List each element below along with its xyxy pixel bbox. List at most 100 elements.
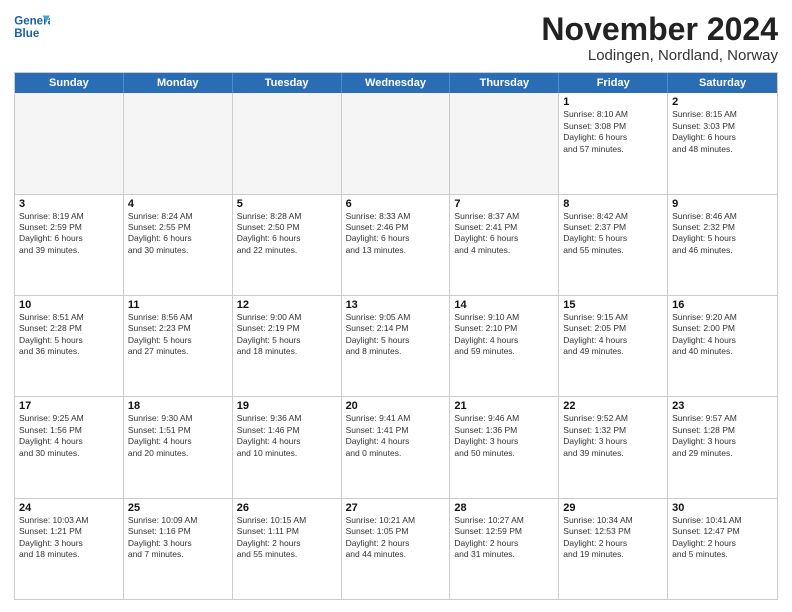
day-info: Sunrise: 9:25 AM Sunset: 1:56 PM Dayligh…	[19, 413, 119, 459]
calendar: SundayMondayTuesdayWednesdayThursdayFrid…	[14, 72, 778, 600]
header-day-saturday: Saturday	[668, 73, 777, 93]
empty-cell-0-2	[233, 93, 342, 193]
calendar-row-3: 17Sunrise: 9:25 AM Sunset: 1:56 PM Dayli…	[15, 396, 777, 497]
day-cell-23: 23Sunrise: 9:57 AM Sunset: 1:28 PM Dayli…	[668, 397, 777, 497]
day-cell-5: 5Sunrise: 8:28 AM Sunset: 2:50 PM Daylig…	[233, 195, 342, 295]
day-cell-1: 1Sunrise: 8:10 AM Sunset: 3:08 PM Daylig…	[559, 93, 668, 193]
day-cell-20: 20Sunrise: 9:41 AM Sunset: 1:41 PM Dayli…	[342, 397, 451, 497]
calendar-row-0: 1Sunrise: 8:10 AM Sunset: 3:08 PM Daylig…	[15, 93, 777, 193]
day-number: 6	[346, 198, 446, 210]
day-number: 23	[672, 400, 773, 412]
day-info: Sunrise: 9:00 AM Sunset: 2:19 PM Dayligh…	[237, 312, 337, 358]
day-info: Sunrise: 8:15 AM Sunset: 3:03 PM Dayligh…	[672, 109, 773, 155]
day-number: 25	[128, 502, 228, 514]
day-number: 17	[19, 400, 119, 412]
day-cell-25: 25Sunrise: 10:09 AM Sunset: 1:16 PM Dayl…	[124, 499, 233, 599]
day-cell-9: 9Sunrise: 8:46 AM Sunset: 2:32 PM Daylig…	[668, 195, 777, 295]
day-cell-11: 11Sunrise: 8:56 AM Sunset: 2:23 PM Dayli…	[124, 296, 233, 396]
day-number: 8	[563, 198, 663, 210]
day-number: 12	[237, 299, 337, 311]
day-number: 26	[237, 502, 337, 514]
day-cell-18: 18Sunrise: 9:30 AM Sunset: 1:51 PM Dayli…	[124, 397, 233, 497]
day-number: 21	[454, 400, 554, 412]
day-number: 15	[563, 299, 663, 311]
day-number: 3	[19, 198, 119, 210]
day-cell-2: 2Sunrise: 8:15 AM Sunset: 3:03 PM Daylig…	[668, 93, 777, 193]
day-cell-4: 4Sunrise: 8:24 AM Sunset: 2:55 PM Daylig…	[124, 195, 233, 295]
empty-cell-0-0	[15, 93, 124, 193]
day-number: 2	[672, 96, 773, 108]
header-day-thursday: Thursday	[450, 73, 559, 93]
day-info: Sunrise: 8:56 AM Sunset: 2:23 PM Dayligh…	[128, 312, 228, 358]
calendar-body: 1Sunrise: 8:10 AM Sunset: 3:08 PM Daylig…	[15, 93, 777, 599]
day-cell-16: 16Sunrise: 9:20 AM Sunset: 2:00 PM Dayli…	[668, 296, 777, 396]
title-block: November 2024 Lodingen, Nordland, Norway	[541, 12, 778, 64]
day-cell-27: 27Sunrise: 10:21 AM Sunset: 1:05 PM Dayl…	[342, 499, 451, 599]
calendar-row-2: 10Sunrise: 8:51 AM Sunset: 2:28 PM Dayli…	[15, 295, 777, 396]
day-number: 14	[454, 299, 554, 311]
calendar-header: SundayMondayTuesdayWednesdayThursdayFrid…	[15, 73, 777, 93]
day-info: Sunrise: 8:28 AM Sunset: 2:50 PM Dayligh…	[237, 211, 337, 257]
day-cell-22: 22Sunrise: 9:52 AM Sunset: 1:32 PM Dayli…	[559, 397, 668, 497]
day-number: 24	[19, 502, 119, 514]
day-number: 30	[672, 502, 773, 514]
day-info: Sunrise: 10:27 AM Sunset: 12:59 PM Dayli…	[454, 515, 554, 561]
header-day-monday: Monday	[124, 73, 233, 93]
page: General Blue November 2024 Lodingen, Nor…	[0, 0, 792, 612]
day-info: Sunrise: 9:10 AM Sunset: 2:10 PM Dayligh…	[454, 312, 554, 358]
day-info: Sunrise: 9:36 AM Sunset: 1:46 PM Dayligh…	[237, 413, 337, 459]
day-cell-8: 8Sunrise: 8:42 AM Sunset: 2:37 PM Daylig…	[559, 195, 668, 295]
day-number: 10	[19, 299, 119, 311]
day-cell-6: 6Sunrise: 8:33 AM Sunset: 2:46 PM Daylig…	[342, 195, 451, 295]
header-day-sunday: Sunday	[15, 73, 124, 93]
day-number: 29	[563, 502, 663, 514]
day-info: Sunrise: 10:34 AM Sunset: 12:53 PM Dayli…	[563, 515, 663, 561]
day-number: 9	[672, 198, 773, 210]
empty-cell-0-4	[450, 93, 559, 193]
day-info: Sunrise: 9:20 AM Sunset: 2:00 PM Dayligh…	[672, 312, 773, 358]
day-info: Sunrise: 8:10 AM Sunset: 3:08 PM Dayligh…	[563, 109, 663, 155]
day-number: 5	[237, 198, 337, 210]
day-cell-30: 30Sunrise: 10:41 AM Sunset: 12:47 PM Day…	[668, 499, 777, 599]
header-day-tuesday: Tuesday	[233, 73, 342, 93]
day-cell-17: 17Sunrise: 9:25 AM Sunset: 1:56 PM Dayli…	[15, 397, 124, 497]
logo: General Blue	[14, 12, 50, 44]
day-info: Sunrise: 10:09 AM Sunset: 1:16 PM Daylig…	[128, 515, 228, 561]
day-info: Sunrise: 8:37 AM Sunset: 2:41 PM Dayligh…	[454, 211, 554, 257]
day-info: Sunrise: 9:46 AM Sunset: 1:36 PM Dayligh…	[454, 413, 554, 459]
day-number: 20	[346, 400, 446, 412]
day-info: Sunrise: 9:57 AM Sunset: 1:28 PM Dayligh…	[672, 413, 773, 459]
month-title: November 2024	[541, 12, 778, 47]
location: Lodingen, Nordland, Norway	[541, 47, 778, 64]
header-day-wednesday: Wednesday	[342, 73, 451, 93]
day-number: 28	[454, 502, 554, 514]
day-info: Sunrise: 10:15 AM Sunset: 1:11 PM Daylig…	[237, 515, 337, 561]
day-cell-24: 24Sunrise: 10:03 AM Sunset: 1:21 PM Dayl…	[15, 499, 124, 599]
day-number: 19	[237, 400, 337, 412]
day-cell-19: 19Sunrise: 9:36 AM Sunset: 1:46 PM Dayli…	[233, 397, 342, 497]
day-cell-28: 28Sunrise: 10:27 AM Sunset: 12:59 PM Day…	[450, 499, 559, 599]
header-day-friday: Friday	[559, 73, 668, 93]
day-info: Sunrise: 9:05 AM Sunset: 2:14 PM Dayligh…	[346, 312, 446, 358]
day-info: Sunrise: 9:52 AM Sunset: 1:32 PM Dayligh…	[563, 413, 663, 459]
svg-text:Blue: Blue	[14, 28, 40, 40]
day-number: 16	[672, 299, 773, 311]
day-info: Sunrise: 10:41 AM Sunset: 12:47 PM Dayli…	[672, 515, 773, 561]
logo-icon: General Blue	[14, 12, 50, 44]
day-info: Sunrise: 8:46 AM Sunset: 2:32 PM Dayligh…	[672, 211, 773, 257]
day-cell-15: 15Sunrise: 9:15 AM Sunset: 2:05 PM Dayli…	[559, 296, 668, 396]
day-number: 4	[128, 198, 228, 210]
day-cell-26: 26Sunrise: 10:15 AM Sunset: 1:11 PM Dayl…	[233, 499, 342, 599]
day-info: Sunrise: 9:30 AM Sunset: 1:51 PM Dayligh…	[128, 413, 228, 459]
calendar-row-1: 3Sunrise: 8:19 AM Sunset: 2:59 PM Daylig…	[15, 194, 777, 295]
day-number: 1	[563, 96, 663, 108]
day-cell-3: 3Sunrise: 8:19 AM Sunset: 2:59 PM Daylig…	[15, 195, 124, 295]
day-info: Sunrise: 8:51 AM Sunset: 2:28 PM Dayligh…	[19, 312, 119, 358]
day-cell-29: 29Sunrise: 10:34 AM Sunset: 12:53 PM Day…	[559, 499, 668, 599]
day-cell-21: 21Sunrise: 9:46 AM Sunset: 1:36 PM Dayli…	[450, 397, 559, 497]
day-info: Sunrise: 10:03 AM Sunset: 1:21 PM Daylig…	[19, 515, 119, 561]
day-info: Sunrise: 8:19 AM Sunset: 2:59 PM Dayligh…	[19, 211, 119, 257]
day-number: 13	[346, 299, 446, 311]
day-cell-7: 7Sunrise: 8:37 AM Sunset: 2:41 PM Daylig…	[450, 195, 559, 295]
day-info: Sunrise: 9:41 AM Sunset: 1:41 PM Dayligh…	[346, 413, 446, 459]
